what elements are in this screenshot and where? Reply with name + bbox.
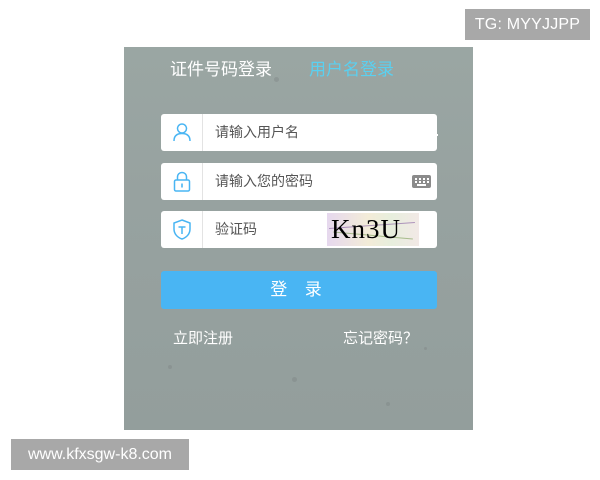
keyboard-icon[interactable] bbox=[412, 175, 431, 188]
background-speck bbox=[168, 365, 172, 369]
username-icon-box bbox=[161, 114, 203, 151]
page: TG: MYYJJPP 证件号码登录 用户名登录 请输入用户名 验证码 Kn3U… bbox=[0, 0, 600, 480]
captcha-icon-box bbox=[161, 211, 203, 248]
username-input[interactable] bbox=[215, 114, 395, 151]
password-field bbox=[161, 163, 437, 200]
watermark-bottom-left: www.kfxsgw-k8.com bbox=[11, 439, 189, 470]
forgot-password-link[interactable]: 忘记密码？ bbox=[343, 328, 418, 348]
login-button[interactable]: 登 录 bbox=[161, 271, 437, 309]
background-speck bbox=[386, 402, 390, 406]
captcha-image[interactable]: Kn3U bbox=[327, 213, 419, 246]
password-input[interactable] bbox=[215, 163, 395, 200]
shield-icon bbox=[173, 219, 191, 240]
background-speck bbox=[292, 377, 297, 382]
user-icon bbox=[173, 123, 191, 142]
watermark-top-right: TG: MYYJJPP bbox=[465, 9, 590, 40]
register-link[interactable]: 立即注册 bbox=[173, 328, 233, 348]
captcha-text: Kn3U bbox=[331, 214, 401, 244]
login-tabs: 证件号码登录 用户名登录 bbox=[164, 59, 438, 89]
lock-icon bbox=[173, 171, 191, 192]
login-panel: 证件号码登录 用户名登录 请输入用户名 验证码 Kn3U 登 录 立即注册 忘记… bbox=[124, 47, 473, 430]
background-speck bbox=[424, 347, 427, 350]
tab-id-number-login[interactable]: 证件号码登录 bbox=[170, 59, 272, 81]
username-field bbox=[161, 114, 437, 151]
password-icon-box bbox=[161, 163, 203, 200]
captcha-field: Kn3U bbox=[161, 211, 437, 248]
tab-username-login[interactable]: 用户名登录 bbox=[309, 59, 394, 81]
